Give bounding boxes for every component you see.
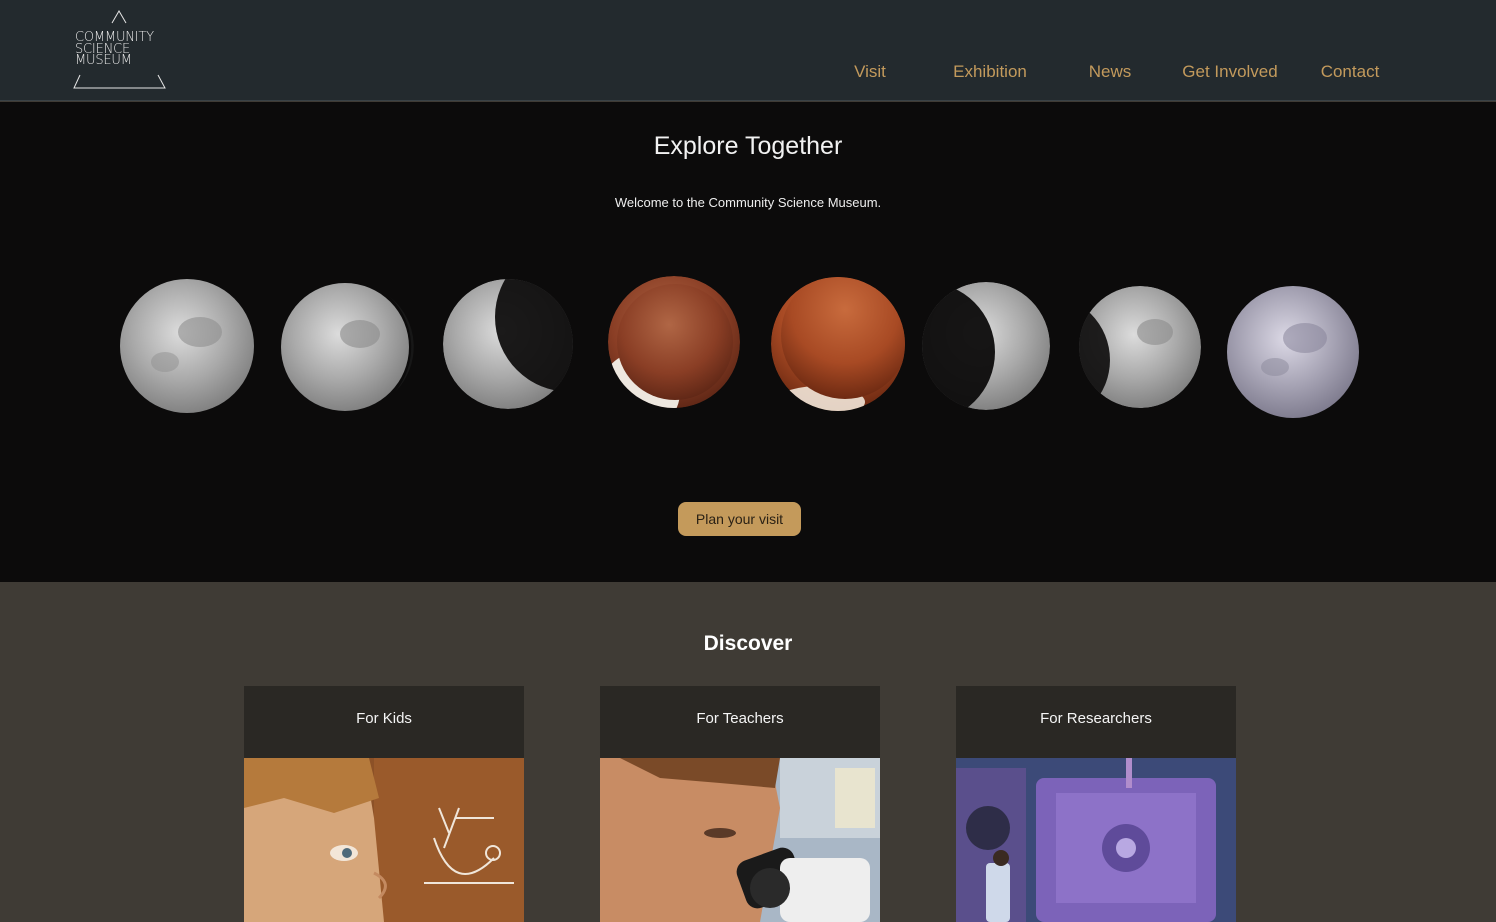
card-title: For Researchers [1040,710,1152,727]
main-nav: Visit Exhibition News Get Involved Conta… [0,62,1496,86]
research-equipment-image [956,758,1236,922]
nav-visit[interactable]: Visit [854,62,886,82]
hero-section: Explore Together Welcome to the Communit… [0,102,1496,582]
microscope-scientist-image [600,758,880,922]
card-title: For Kids [356,710,412,727]
nav-get-involved[interactable]: Get Involved [1182,62,1277,82]
card-for-researchers[interactable]: For Researchers [956,686,1236,922]
kid-chalkboard-image [244,758,524,922]
card-for-kids[interactable]: For Kids [244,686,524,922]
hero-title: Explore Together [653,132,843,160]
card-for-teachers[interactable]: For Teachers [600,686,880,922]
nav-exhibition[interactable]: Exhibition [953,62,1027,82]
nav-contact[interactable]: Contact [1321,62,1380,82]
section-title: Discover [703,632,793,655]
discover-section: Discover For Kids For Teachers For Resea… [0,582,1496,922]
card-title: For Teachers [696,710,784,727]
nav-news[interactable]: News [1089,62,1132,82]
site-header: COMMUNITY SCIENCE MUSEUM Visit Exhibitio… [0,0,1496,101]
hero-subtitle: Welcome to the Community Science Museum. [614,195,882,210]
plan-visit-button[interactable]: Plan your visit [678,502,801,536]
